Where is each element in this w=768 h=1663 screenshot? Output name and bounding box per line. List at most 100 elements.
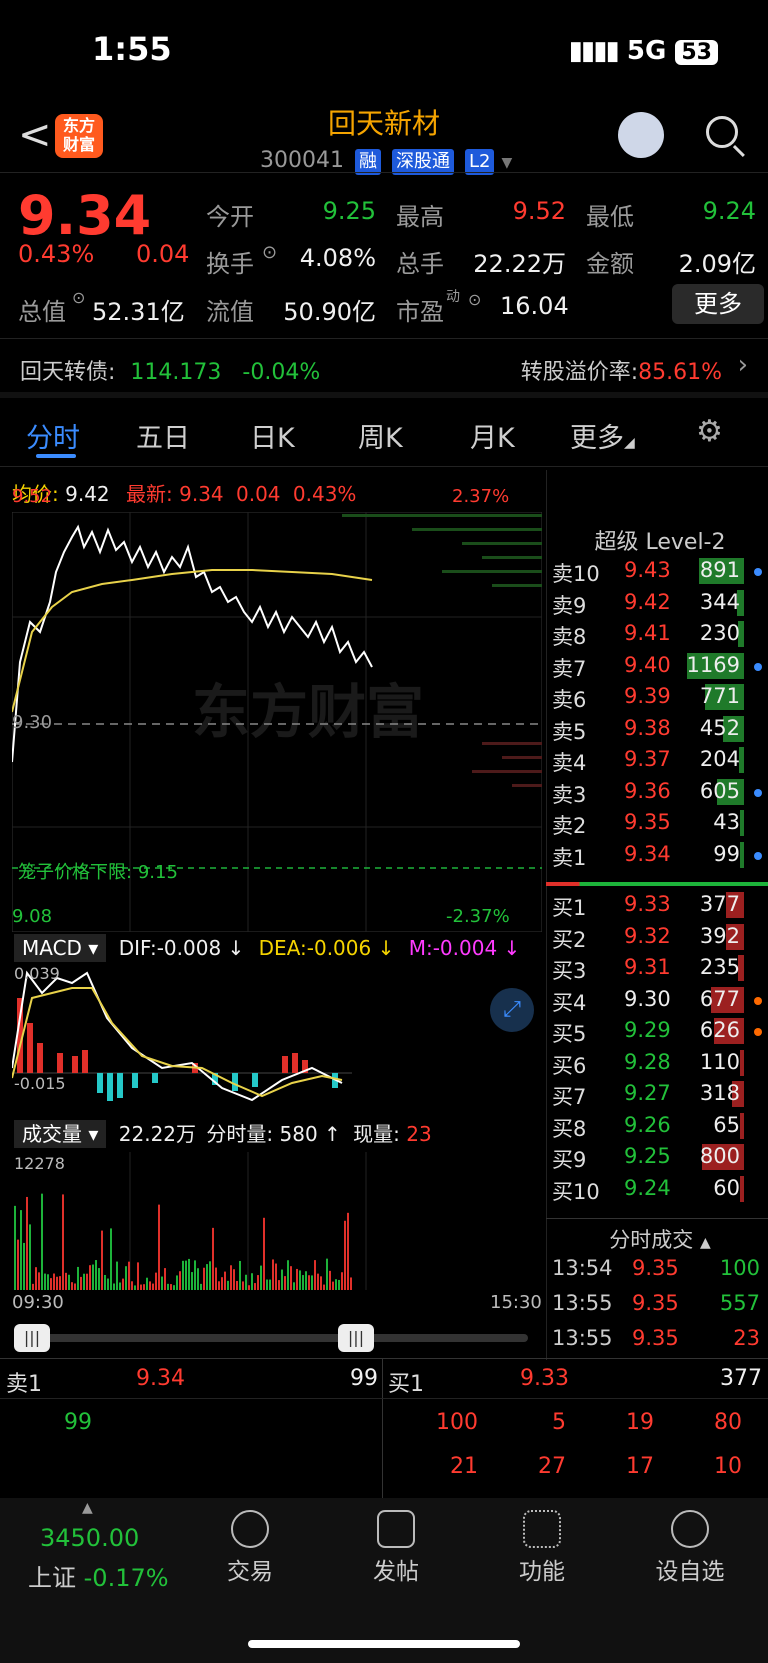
info-icon[interactable]: ⊙ xyxy=(468,290,481,309)
bond-row[interactable]: 回天转债: 114.173 -0.04% xyxy=(20,354,320,386)
index-value[interactable]: 3450.00 xyxy=(40,1524,139,1552)
ask-label: 卖4 xyxy=(552,751,587,775)
expand-icon[interactable]: ⤢ xyxy=(490,988,534,1032)
ask-row[interactable]: 卖3 9.36 605 xyxy=(552,777,768,808)
macd-chart[interactable] xyxy=(12,968,542,1108)
nav-trade[interactable]: 交易 xyxy=(200,1510,300,1586)
signal-icon: ▮▮▮▮ xyxy=(568,36,620,66)
index-name: 上证 xyxy=(28,1564,76,1592)
settings-gear-icon[interactable]: ⚙ xyxy=(696,414,723,449)
bid-volume: 392 xyxy=(699,923,740,948)
premium-row[interactable]: 转股溢价率:85.61% xyxy=(521,354,722,386)
volume-bar xyxy=(170,1284,172,1290)
bid-label: 买6 xyxy=(552,1053,587,1078)
ask-label: 卖5 xyxy=(552,719,587,744)
ask-row[interactable]: 卖9 9.42 344 xyxy=(552,588,768,619)
bid-row[interactable]: 买4 9.30 677 xyxy=(552,985,768,1016)
volume-bar xyxy=(224,1271,226,1290)
index-row[interactable]: 上证 -0.17% xyxy=(28,1558,169,1593)
caret-up-icon[interactable]: ▲ xyxy=(82,1500,93,1516)
volume-bar xyxy=(281,1269,283,1290)
ask-price: 9.43 xyxy=(624,558,671,582)
range-handle-left[interactable]: ||| xyxy=(14,1324,50,1352)
level2-title[interactable]: 超级 Level-2 xyxy=(552,524,768,556)
tick-time: 13:55 xyxy=(552,1326,613,1350)
ask-price: 9.40 xyxy=(624,652,671,677)
change-value: 0.04 xyxy=(136,240,190,268)
chevron-right-icon[interactable]: › xyxy=(738,350,748,380)
volume-bar xyxy=(257,1275,259,1290)
bid-row[interactable]: 买8 9.26 65 xyxy=(552,1111,768,1142)
volume-bar xyxy=(299,1270,301,1290)
low-label: 最低 xyxy=(586,203,634,231)
ask-row[interactable]: 卖10 9.43 891 xyxy=(552,556,768,587)
bid-row[interactable]: 买9 9.25 800 xyxy=(552,1142,768,1173)
volume-bar xyxy=(344,1220,346,1290)
ask-row[interactable]: 卖7 9.40 1169 xyxy=(552,651,768,682)
bid-row[interactable]: 买3 9.31 235 xyxy=(552,953,768,984)
bid-volume: 318 xyxy=(699,1081,740,1105)
range-track[interactable] xyxy=(28,1334,528,1342)
bid-volume: 377 xyxy=(699,892,740,916)
tab-intraday[interactable]: 分时 xyxy=(26,416,80,455)
ticks-title[interactable]: 分时成交 ▲ xyxy=(552,1224,768,1254)
tick-time: 13:55 xyxy=(552,1291,613,1315)
volume-bar xyxy=(206,1264,208,1290)
tab-weekly-k[interactable]: 周K xyxy=(358,416,403,455)
assistant-robot-icon[interactable] xyxy=(618,112,664,158)
ask-row[interactable]: 卖8 9.41 230 xyxy=(552,619,768,650)
premium-value: 85.61% xyxy=(638,360,722,385)
macd-header[interactable]: MACD ▾ DIF:-0.008 ↓ DEA:-0.006 ↓ M:-0.00… xyxy=(14,934,520,962)
macd-selector[interactable]: MACD ▾ xyxy=(14,934,107,962)
ask-row[interactable]: 卖2 9.35 43 xyxy=(552,808,768,839)
bid-volume: 65 xyxy=(713,1112,740,1137)
bid-row[interactable]: 买5 9.29 626 xyxy=(552,1016,768,1047)
volume-bar xyxy=(272,1259,274,1290)
volume-bar xyxy=(740,810,744,836)
current-price: 9.34 xyxy=(18,184,152,247)
bid-row[interactable]: 买10 9.24 60 xyxy=(552,1174,768,1205)
ask-volume: 344 xyxy=(699,589,740,614)
volume-bar xyxy=(275,1263,277,1290)
tab-5day[interactable]: 五日 xyxy=(136,416,190,455)
volume-bar xyxy=(89,1265,91,1290)
float-value: 50.90亿 xyxy=(283,298,376,326)
bid-row[interactable]: 买2 9.32 392 xyxy=(552,922,768,953)
volume-bar xyxy=(314,1260,316,1290)
volume-bar xyxy=(740,1112,744,1139)
queue-buy-order: 5 xyxy=(552,1410,566,1435)
tab-more[interactable]: 更多◢ xyxy=(570,416,635,455)
info-icon[interactable]: ⊙ xyxy=(262,242,277,263)
volume-selector[interactable]: 成交量 ▾ xyxy=(14,1120,107,1148)
volume-bar xyxy=(50,1278,52,1290)
volume-bar xyxy=(110,1228,112,1290)
stock-code-row[interactable]: 300041 融 深股通 L2 ▼ xyxy=(260,148,512,175)
bid-row[interactable]: 买1 9.33 377 xyxy=(552,890,768,921)
search-icon[interactable] xyxy=(706,116,738,148)
nav-post[interactable]: 发帖 xyxy=(346,1510,446,1586)
tab-monthly-k[interactable]: 月K xyxy=(470,416,515,455)
nav-functions[interactable]: 功能 xyxy=(492,1510,592,1586)
ask-price: 9.42 xyxy=(624,589,671,614)
volume-bar xyxy=(266,1279,268,1290)
ask-row[interactable]: 卖5 9.38 452 xyxy=(552,714,768,745)
bid-row[interactable]: 买6 9.28 110 xyxy=(552,1048,768,1079)
volume-bar xyxy=(68,1274,70,1290)
ask-row[interactable]: 卖1 9.34 99 xyxy=(552,840,768,871)
nav-watchlist[interactable]: 设自选 xyxy=(640,1510,740,1586)
more-button[interactable]: 更多 xyxy=(672,284,764,324)
bid-row[interactable]: 买7 9.27 318 xyxy=(552,1079,768,1110)
ask-row[interactable]: 卖4 9.37 204 xyxy=(552,745,768,776)
volume-bar xyxy=(176,1275,178,1290)
bid-price: 9.27 xyxy=(624,1081,671,1105)
volume-chart[interactable] xyxy=(12,1152,542,1290)
tab-daily-k[interactable]: 日K xyxy=(250,416,295,455)
marker-dot-icon xyxy=(754,788,762,797)
volume-header[interactable]: 成交量 ▾ 22.22万 分时量: 580 ↑ 现量: 23 xyxy=(14,1118,432,1148)
info-icon[interactable]: ⊙ xyxy=(72,288,85,307)
ask-volume: 771 xyxy=(699,684,740,708)
volume-bar xyxy=(269,1279,271,1290)
volume-bar xyxy=(113,1283,115,1290)
ask-row[interactable]: 卖6 9.39 771 xyxy=(552,682,768,713)
range-handle-right[interactable]: ||| xyxy=(338,1324,374,1352)
